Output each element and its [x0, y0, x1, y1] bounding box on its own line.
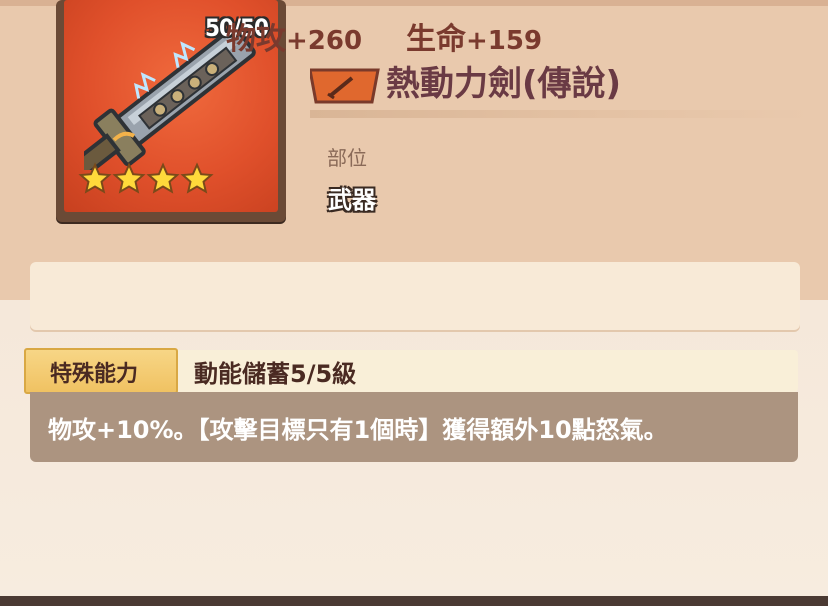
- stat-hp-label: 生命: [406, 22, 466, 57]
- stat-attack-value: +260: [286, 26, 363, 56]
- slot-value: 武器: [328, 186, 376, 214]
- star-icon: [146, 162, 180, 194]
- panel-bottom-edge: [0, 596, 828, 606]
- stat-attack: 物攻+260: [226, 14, 362, 58]
- star-icon: [112, 162, 146, 194]
- star-icon: [78, 162, 112, 194]
- slot-label: 部位: [327, 146, 367, 170]
- ability-tag-label: 特殊能力: [50, 362, 139, 387]
- ability-name: 動能儲蓄5/5級: [194, 360, 357, 388]
- stats-bar: [30, 262, 800, 330]
- stat-attack-label: 物攻: [226, 22, 286, 57]
- stat-hp-value: +159: [466, 26, 543, 56]
- star-icon: [180, 162, 214, 194]
- item-detail-panel: 50/50 熱動力劍(傳說) 部位 武器 物攻+260 生命+159 特殊能力 …: [0, 0, 828, 606]
- ability-description: 物攻+10%。【攻擊目標只有1個時】獲得額外10點怒氣。: [48, 416, 668, 444]
- title-underline: [310, 110, 810, 118]
- sword-badge-icon: [310, 68, 380, 104]
- item-title: 熱動力劍(傳說): [386, 64, 622, 104]
- star-rating: [78, 162, 214, 202]
- stat-hp: 生命+159: [406, 14, 542, 58]
